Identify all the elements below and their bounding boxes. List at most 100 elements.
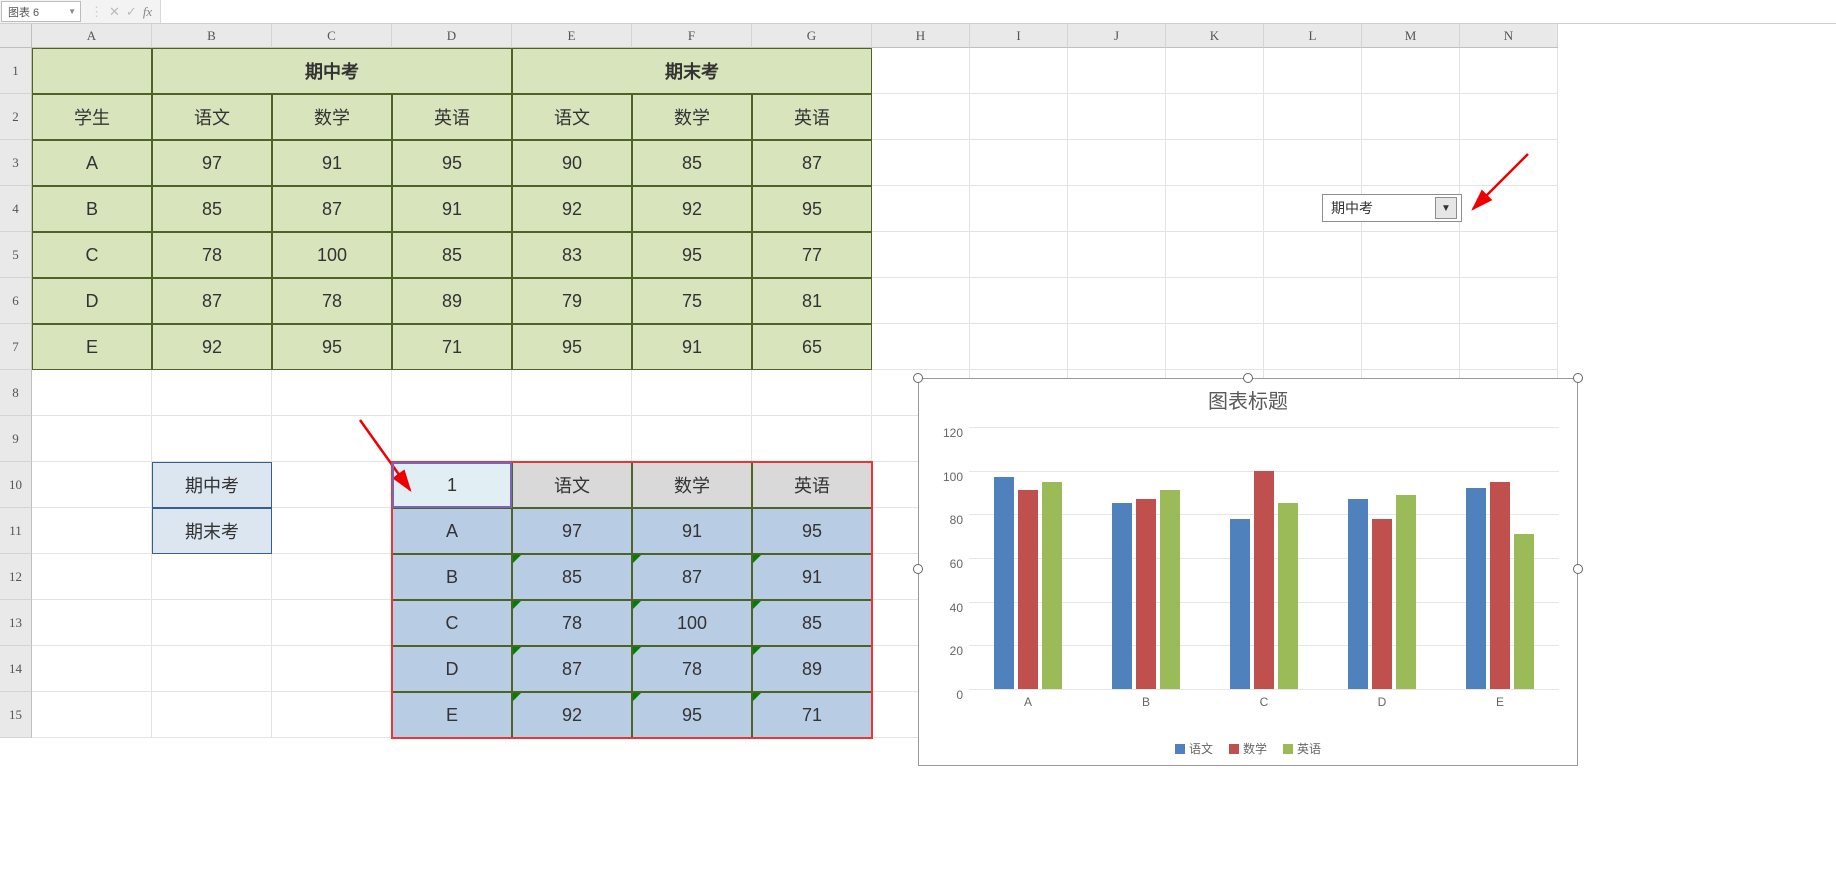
cell[interactable] [1264,140,1362,186]
select-all-corner[interactable] [0,24,32,48]
chart-resize-handle[interactable] [1243,373,1253,383]
table-subheader[interactable]: 英语 [392,94,512,140]
cell[interactable] [1166,94,1264,140]
cell[interactable] [752,416,872,462]
table-cell[interactable]: 91 [392,186,512,232]
cell[interactable] [1264,278,1362,324]
column-header[interactable]: K [1166,24,1264,48]
cell[interactable] [32,646,152,692]
cell[interactable] [1068,94,1166,140]
table-cell[interactable]: 95 [752,186,872,232]
table-cell[interactable]: 71 [392,324,512,370]
cell[interactable] [272,600,392,646]
table-cell[interactable]: C [32,232,152,278]
row-header[interactable]: 15 [0,692,32,738]
column-header[interactable]: L [1264,24,1362,48]
cell[interactable] [1264,94,1362,140]
column-header[interactable]: A [32,24,152,48]
row-header[interactable]: 14 [0,646,32,692]
table-cell[interactable]: 91 [632,324,752,370]
row-header[interactable]: 8 [0,370,32,416]
cell[interactable] [272,554,392,600]
table-cell[interactable]: 92 [152,324,272,370]
cell[interactable] [272,370,392,416]
cell[interactable] [152,600,272,646]
table-cell[interactable]: 78 [272,278,392,324]
cell[interactable] [1166,232,1264,278]
row-header[interactable]: 6 [0,278,32,324]
cell[interactable] [1362,232,1460,278]
chart-resize-handle[interactable] [1573,373,1583,383]
chart-resize-handle[interactable] [913,373,923,383]
table-cell[interactable]: 85 [152,186,272,232]
table-subheader[interactable]: 数学 [632,94,752,140]
exam-select-dropdown[interactable]: 期中考 ▼ [1322,194,1462,222]
table-cell[interactable]: 91 [272,140,392,186]
table-cell[interactable]: 85 [392,232,512,278]
cell[interactable] [632,416,752,462]
cell[interactable] [272,646,392,692]
table-cell[interactable]: 87 [152,278,272,324]
dropdown-button[interactable]: ▼ [1435,197,1457,219]
column-header[interactable]: M [1362,24,1460,48]
enter-icon[interactable]: ✓ [126,4,137,20]
column-header[interactable]: H [872,24,970,48]
column-header[interactable]: C [272,24,392,48]
row-header[interactable]: 7 [0,324,32,370]
column-header[interactable]: J [1068,24,1166,48]
table-cell[interactable]: 92 [512,186,632,232]
cell[interactable] [970,278,1068,324]
table-cell[interactable]: 87 [752,140,872,186]
cell[interactable] [1460,278,1558,324]
cell[interactable] [970,324,1068,370]
table-cell[interactable]: 78 [152,232,272,278]
table-cell[interactable]: D [32,278,152,324]
cell[interactable] [32,508,152,554]
row-header[interactable]: 3 [0,140,32,186]
table-cell[interactable]: E [32,324,152,370]
formula-input[interactable] [161,0,1836,23]
column-header[interactable]: F [632,24,752,48]
cell[interactable] [1166,278,1264,324]
table-cell[interactable]: 77 [752,232,872,278]
cell[interactable] [1068,324,1166,370]
cell[interactable] [152,554,272,600]
table-subheader[interactable]: 语文 [512,94,632,140]
cancel-icon[interactable]: ✕ [109,4,120,20]
cell[interactable] [872,140,970,186]
cell[interactable] [1264,48,1362,94]
cell[interactable] [1068,140,1166,186]
row-header[interactable]: 11 [0,508,32,554]
table-cell[interactable]: 90 [512,140,632,186]
cell[interactable] [752,370,872,416]
cell[interactable] [1166,140,1264,186]
cell[interactable] [32,692,152,738]
table-header-final[interactable]: 期末考 [512,48,872,94]
row-header[interactable]: 13 [0,600,32,646]
table-subheader[interactable]: 英语 [752,94,872,140]
cell[interactable] [32,416,152,462]
row-header[interactable]: 4 [0,186,32,232]
cell[interactable] [1460,94,1558,140]
cell[interactable] [1166,48,1264,94]
cell[interactable] [1264,232,1362,278]
cell[interactable] [1362,140,1460,186]
cell[interactable] [1166,186,1264,232]
cell[interactable] [872,48,970,94]
cell[interactable] [1264,324,1362,370]
chart-resize-handle[interactable] [1573,564,1583,574]
cell[interactable] [872,232,970,278]
cell[interactable] [1362,48,1460,94]
table-cell[interactable]: B [32,186,152,232]
column-header[interactable]: I [970,24,1068,48]
cell[interactable] [1068,232,1166,278]
table-cell[interactable]: 87 [272,186,392,232]
cell[interactable] [1362,278,1460,324]
column-header[interactable]: D [392,24,512,48]
cell[interactable] [970,48,1068,94]
cell[interactable] [970,94,1068,140]
table-cell[interactable]: 97 [152,140,272,186]
table-cell[interactable]: 79 [512,278,632,324]
table-subheader[interactable]: 数学 [272,94,392,140]
cell[interactable] [272,508,392,554]
